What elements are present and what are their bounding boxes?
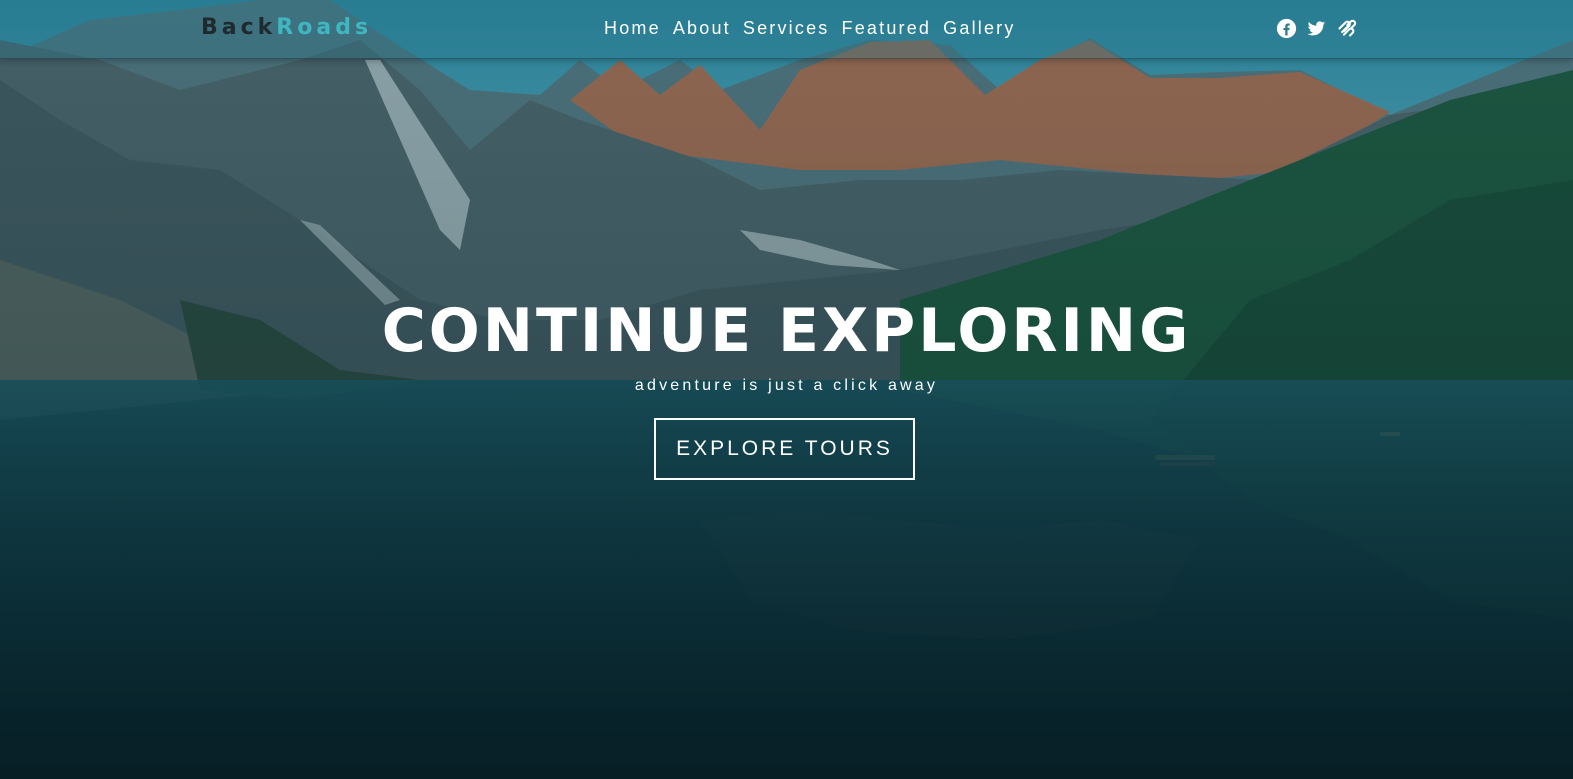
twitter-icon[interactable]	[1306, 18, 1327, 39]
nav-link-about[interactable]: About	[673, 18, 731, 39]
nav-link-services[interactable]: Services	[743, 18, 830, 39]
brand-logo[interactable]: BackRoads	[201, 15, 372, 40]
nav-links: Home About Services Featured Gallery	[604, 18, 1016, 39]
banner-subtitle: adventure is just a click away	[634, 377, 939, 394]
social-links	[1276, 18, 1357, 39]
nav-link-featured[interactable]: Featured	[842, 18, 932, 39]
explore-tours-button[interactable]: EXPLORE TOURS	[654, 418, 915, 480]
brand-name-part2: Roads	[276, 15, 373, 40]
squarespace-icon[interactable]	[1336, 18, 1357, 39]
facebook-icon[interactable]	[1276, 18, 1297, 39]
navbar: BackRoads Home About Services Featured G…	[0, 0, 1573, 59]
brand-name-part1: Back	[201, 15, 277, 40]
nav-link-gallery[interactable]: Gallery	[943, 18, 1015, 39]
banner-title: CONTINUE EXPLORING	[381, 296, 1192, 366]
nav-link-home[interactable]: Home	[604, 18, 661, 39]
